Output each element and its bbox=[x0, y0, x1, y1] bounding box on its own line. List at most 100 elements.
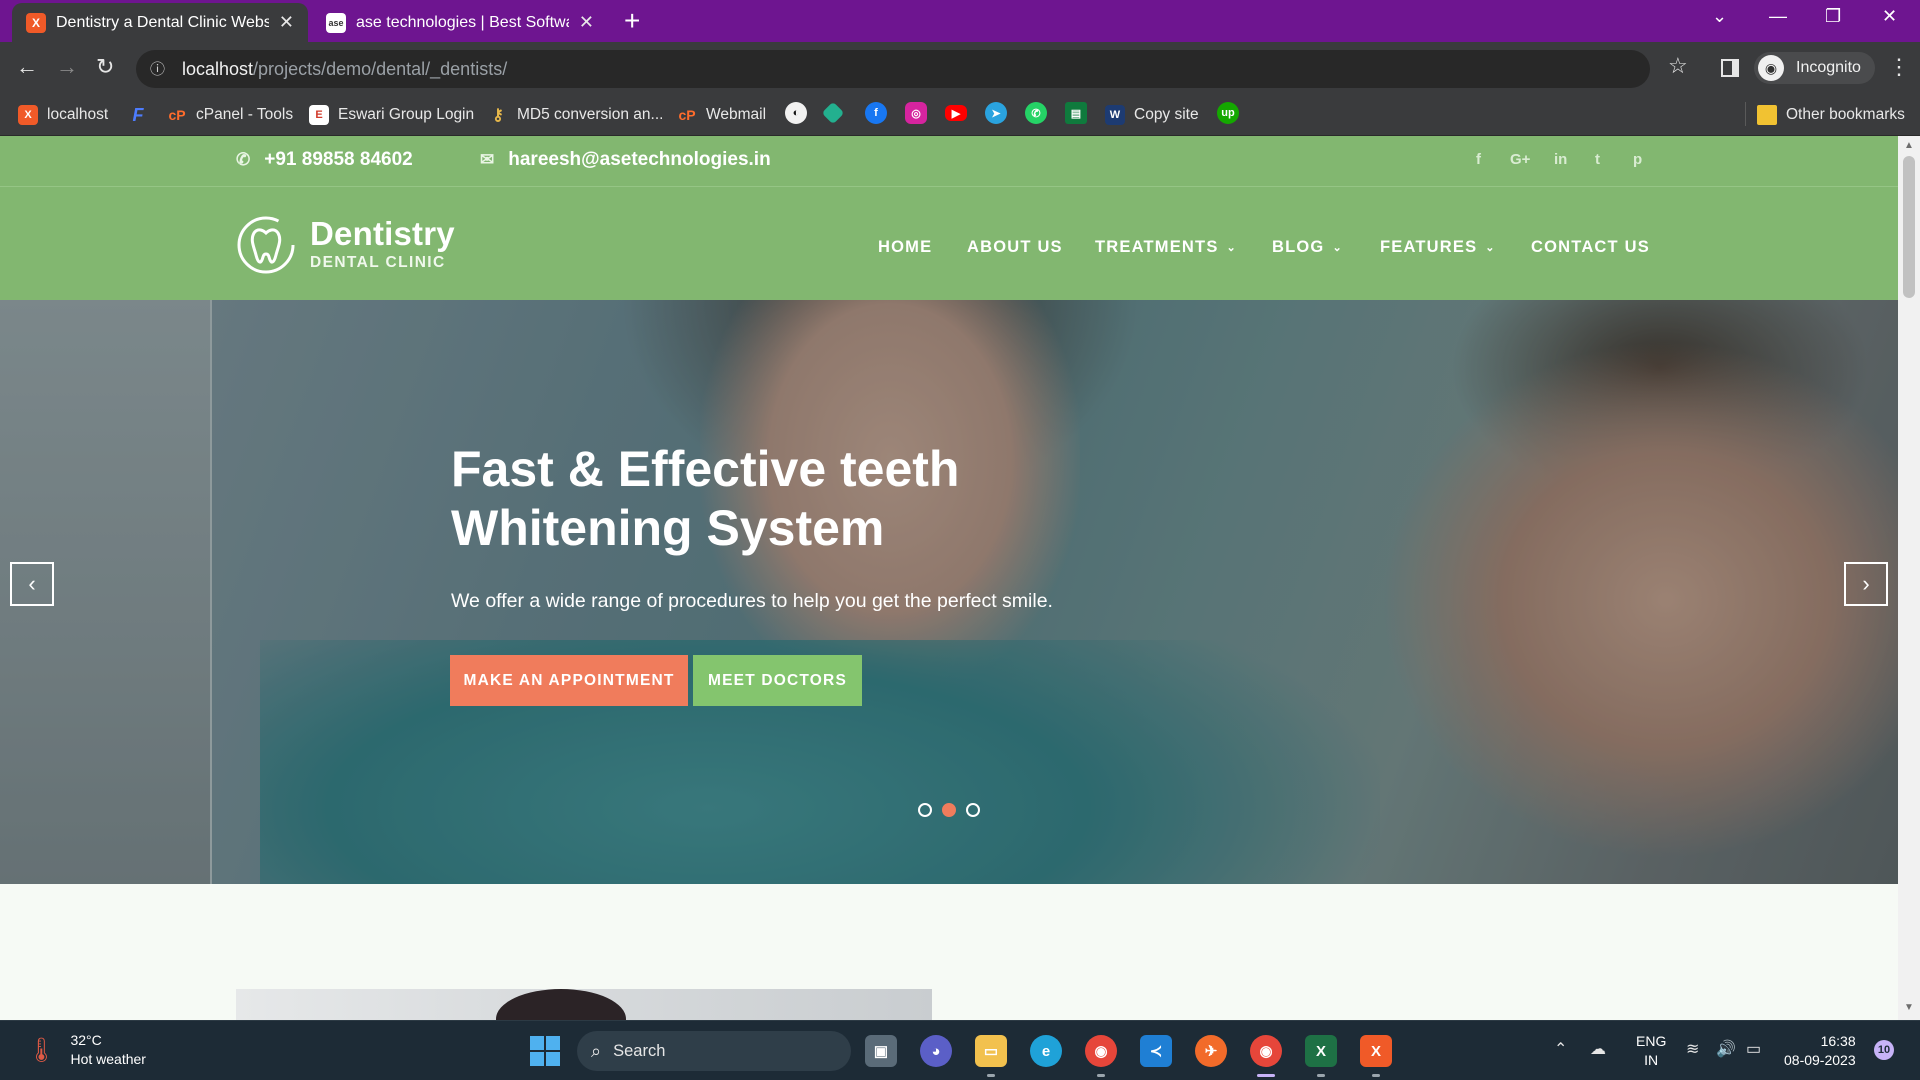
restore-icon[interactable]: ❐ bbox=[1825, 6, 1841, 27]
scroll-up-icon[interactable]: ▲ bbox=[1904, 140, 1914, 151]
teams-chat-icon[interactable]: ◕ bbox=[920, 1035, 952, 1067]
envelope-icon: ✉ bbox=[480, 150, 495, 169]
whatsapp-icon[interactable]: ✆ bbox=[1025, 102, 1047, 124]
wifi-icon[interactable]: ≋ bbox=[1686, 1039, 1699, 1059]
file-explorer-icon[interactable]: ▭ bbox=[975, 1035, 1007, 1067]
linkedin-icon[interactable]: in bbox=[1554, 151, 1567, 168]
nav-features[interactable]: FEATURES ⌄ bbox=[1380, 238, 1496, 257]
slider-dot[interactable] bbox=[966, 803, 980, 817]
clock-time: 16:38 bbox=[1820, 1033, 1856, 1049]
reload-icon[interactable]: ↻ bbox=[96, 54, 114, 80]
close-icon[interactable]: ✕ bbox=[279, 12, 294, 33]
vscode-icon[interactable]: ≺ bbox=[1140, 1035, 1172, 1067]
tab-search-icon[interactable]: ⌄ bbox=[1712, 6, 1727, 27]
back-icon[interactable]: ← bbox=[16, 54, 38, 80]
phone-number: +91 89858 84602 bbox=[264, 149, 413, 170]
eswari-icon: E bbox=[309, 105, 329, 125]
copy-site-icon: W bbox=[1105, 105, 1125, 125]
phone-icon: ✆ bbox=[236, 150, 251, 169]
site-info-icon[interactable]: ⓘ bbox=[150, 58, 165, 79]
new-tab-button[interactable]: + bbox=[624, 7, 640, 35]
address-bar[interactable]: localhost/projects/demo/dental/_dentists… bbox=[136, 50, 1650, 88]
running-indicator bbox=[1317, 1074, 1325, 1077]
chrome-icon[interactable]: ◉ bbox=[1085, 1035, 1117, 1067]
xampp-icon: X bbox=[18, 105, 38, 125]
browser-menu-icon[interactable]: ⋮ bbox=[1888, 54, 1910, 80]
bookmark-md5[interactable]: ⚷ MD5 conversion an... bbox=[488, 105, 663, 125]
taskbar-search-label: Search bbox=[613, 1041, 666, 1060]
twitter-icon[interactable]: t bbox=[1595, 151, 1600, 168]
browser-toolbar: ← → ↻ localhost/projects/demo/dental/_de… bbox=[0, 42, 1920, 96]
telegram-icon[interactable]: ➤ bbox=[985, 102, 1007, 124]
bookmark-eswari-group[interactable]: E Eswari Group Login bbox=[309, 105, 474, 125]
make-appointment-button[interactable]: MAKE AN APPOINTMENT bbox=[450, 655, 688, 706]
youtube-icon[interactable]: ▶ bbox=[945, 105, 967, 121]
tab-title: Dentistry a Dental Clinic Website bbox=[56, 13, 269, 31]
onedrive-icon[interactable]: ☁ bbox=[1590, 1039, 1606, 1059]
github-icon[interactable]: ◐ bbox=[785, 102, 807, 124]
meet-doctors-button[interactable]: MEET DOCTORS bbox=[693, 655, 862, 706]
nav-label: HOME bbox=[878, 238, 933, 256]
xampp-icon[interactable]: X bbox=[1360, 1035, 1392, 1067]
incognito-profile-button[interactable]: ◉ Incognito bbox=[1754, 52, 1875, 84]
slider-next-button[interactable]: › bbox=[1844, 562, 1888, 606]
input-language[interactable]: ENG IN bbox=[1636, 1032, 1666, 1070]
edge-icon[interactable]: e bbox=[1030, 1035, 1062, 1067]
ase-icon: ase bbox=[326, 12, 346, 33]
pinterest-icon[interactable]: p bbox=[1633, 151, 1642, 168]
bookmark-star-icon[interactable]: ☆ bbox=[1668, 53, 1688, 79]
facebook-icon[interactable]: f bbox=[1476, 151, 1481, 168]
taskbar-search[interactable]: ⌕ Search bbox=[577, 1031, 851, 1071]
tab-dentistry[interactable]: X Dentistry a Dental Clinic Website ✕ bbox=[12, 3, 308, 42]
bookmark-copy-site[interactable]: W Copy site bbox=[1105, 105, 1199, 125]
battery-icon[interactable]: ▭ bbox=[1746, 1039, 1761, 1059]
email-contact[interactable]: ✉ hareesh@asetechnologies.in bbox=[480, 149, 771, 171]
excel-icon[interactable]: X bbox=[1305, 1035, 1337, 1067]
bookmark-f[interactable]: F bbox=[128, 105, 157, 125]
weather-widget[interactable]: 🌡 32°C Hot weather bbox=[26, 1031, 146, 1069]
thermometer-icon: 🌡 bbox=[26, 1036, 57, 1064]
tooth-logo-icon[interactable] bbox=[236, 213, 296, 277]
upwork-icon[interactable]: up bbox=[1217, 102, 1239, 124]
scroll-down-icon[interactable]: ▼ bbox=[1904, 1002, 1914, 1013]
google-plus-icon[interactable]: G+ bbox=[1510, 151, 1530, 168]
scroll-thumb[interactable] bbox=[1903, 156, 1915, 298]
tab-title: ase technologies | Best Software bbox=[356, 13, 569, 31]
nav-about-us[interactable]: ABOUT US bbox=[967, 238, 1063, 257]
url-host: localhost bbox=[182, 58, 254, 79]
nav-home[interactable]: HOME bbox=[878, 238, 932, 257]
bookmark-cpanel-tools[interactable]: cP cPanel - Tools bbox=[167, 105, 293, 125]
nav-contact-us[interactable]: CONTACT US bbox=[1531, 238, 1650, 257]
site-logo[interactable]: Dentistry DENTAL CLINIC bbox=[310, 217, 455, 272]
other-bookmarks[interactable]: Other bookmarks bbox=[1757, 105, 1905, 125]
close-icon[interactable]: ✕ bbox=[579, 12, 594, 33]
chevron-down-icon: ⌄ bbox=[1332, 242, 1343, 254]
postman-icon[interactable]: ✈ bbox=[1195, 1035, 1227, 1067]
volume-icon[interactable]: 🔊 bbox=[1716, 1039, 1736, 1059]
tray-overflow-icon[interactable]: ⌃ bbox=[1554, 1039, 1567, 1059]
sheet-icon[interactable]: ▤ bbox=[1065, 102, 1087, 124]
slider-dot[interactable] bbox=[918, 803, 932, 817]
instagram-icon[interactable]: ◎ bbox=[905, 102, 927, 124]
nav-treatments[interactable]: TREATMENTS ⌄ bbox=[1095, 238, 1237, 257]
nav-blog[interactable]: BLOG ⌄ bbox=[1272, 238, 1343, 257]
windows-start-icon[interactable] bbox=[530, 1036, 560, 1066]
minimize-icon[interactable]: — bbox=[1769, 6, 1787, 27]
window-close-icon[interactable]: ✕ bbox=[1882, 6, 1897, 27]
xampp-icon: X bbox=[26, 12, 46, 33]
tab-ase-technologies[interactable]: ase ase technologies | Best Software ✕ bbox=[312, 3, 608, 42]
slider-prev-button[interactable]: ‹ bbox=[10, 562, 54, 606]
page-scrollbar[interactable]: ▲ ▼ bbox=[1898, 136, 1920, 1020]
forward-icon[interactable]: → bbox=[56, 54, 78, 80]
lang-code: ENG bbox=[1636, 1033, 1667, 1049]
facebook-icon[interactable]: f bbox=[865, 102, 887, 124]
notification-badge[interactable]: 10 bbox=[1874, 1040, 1894, 1060]
task-view-icon[interactable]: ▣ bbox=[865, 1035, 897, 1067]
bookmark-localhost[interactable]: X localhost bbox=[18, 105, 108, 125]
bookmark-webmail[interactable]: cP Webmail bbox=[677, 105, 766, 125]
side-panel-icon[interactable] bbox=[1721, 59, 1739, 77]
system-clock[interactable]: 16:38 08-09-2023 bbox=[1784, 1032, 1856, 1070]
chrome-incognito-icon[interactable]: ◉ bbox=[1250, 1035, 1282, 1067]
slider-dot-active[interactable] bbox=[942, 803, 956, 817]
phone-contact[interactable]: ✆ +91 89858 84602 bbox=[236, 149, 413, 171]
